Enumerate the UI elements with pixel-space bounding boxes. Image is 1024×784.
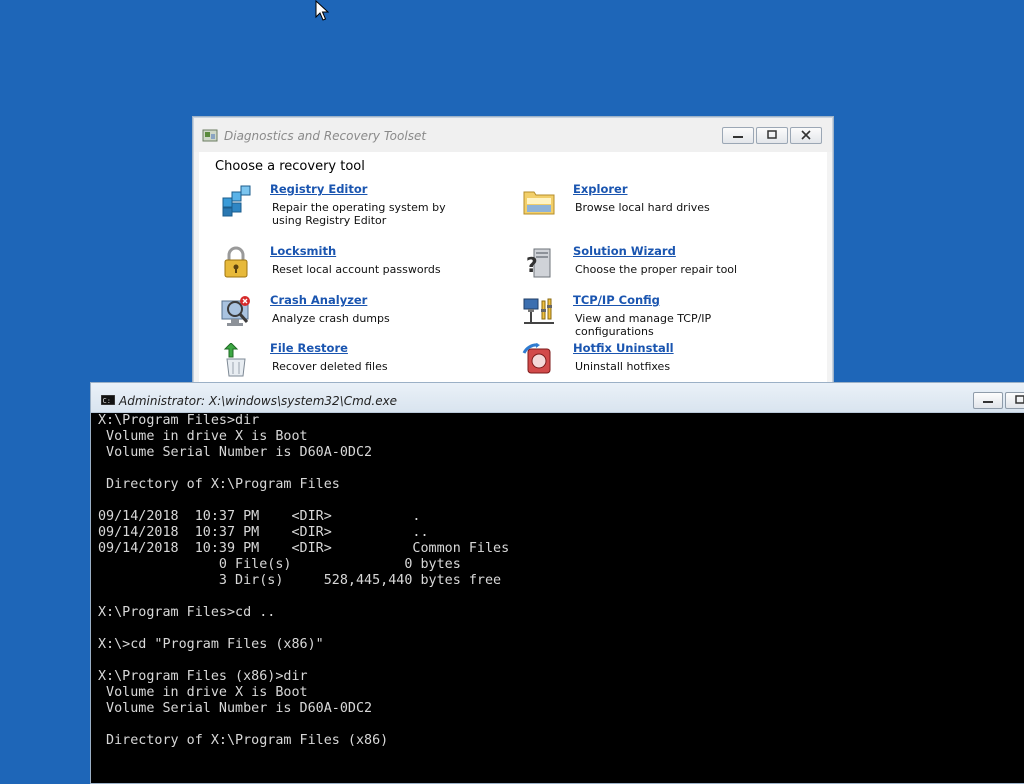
tool-description: View and manage TCP/IP configurations	[575, 312, 712, 338]
padlock-icon	[224, 246, 248, 278]
toolset-app-icon	[202, 129, 218, 142]
minimize-icon	[733, 136, 743, 138]
network-config-icon	[523, 298, 554, 324]
choose-tool-heading: Choose a recovery tool	[215, 159, 365, 174]
cmd-app-icon: C:	[101, 395, 115, 405]
tool-hotfix-uninstall[interactable]: Hotfix Uninstall Uninstall hotfixes	[522, 341, 812, 387]
maximize-icon	[1015, 395, 1024, 404]
cmd-titlebar[interactable]: C: Administrator: X:\windows\system32\Cm…	[91, 383, 1024, 413]
cmd-maximize-button[interactable]	[1005, 392, 1024, 409]
console-line: Directory of X:\Program Files (x86)	[98, 733, 389, 748]
tool-tcpip-config[interactable]: TCP/IP Config View and manage TCP/IP con…	[522, 293, 812, 339]
tool-name[interactable]: Hotfix Uninstall	[573, 341, 674, 355]
console-line: Volume in drive X is Boot	[98, 685, 308, 700]
console-line: X:\Program Files>cd ..	[98, 605, 276, 620]
minimize-button[interactable]	[722, 127, 754, 144]
console-line: 0 File(s) 0 bytes	[98, 557, 461, 572]
tool-locksmith[interactable]: Locksmith Reset local account passwords	[219, 244, 509, 290]
console-line: Directory of X:\Program Files	[98, 477, 340, 492]
recovery-window-title: Diagnostics and Recovery Toolset	[224, 129, 427, 143]
registry-editor-icon	[222, 185, 251, 217]
close-icon	[801, 130, 811, 140]
console-output[interactable]: X:\Program Files>dir Volume in drive X i…	[98, 413, 1024, 783]
tool-name[interactable]: File Restore	[270, 341, 348, 355]
explorer-folder-icon	[523, 191, 555, 215]
tool-description: Recover deleted files	[272, 360, 388, 373]
tool-name[interactable]: Locksmith	[270, 244, 336, 258]
console-line: 09/14/2018 10:37 PM <DIR> .	[98, 509, 421, 524]
recycle-bin-restore-icon	[223, 343, 246, 377]
cmd-minimize-button[interactable]	[973, 392, 1003, 409]
cmd-window-title: Administrator: X:\windows\system32\Cmd.e…	[119, 394, 398, 408]
tool-name[interactable]: Registry Editor	[270, 182, 367, 196]
tool-name[interactable]: Crash Analyzer	[270, 293, 367, 307]
minimize-icon	[983, 401, 993, 403]
close-button[interactable]	[790, 127, 822, 144]
tool-description: Reset local account passwords	[272, 263, 441, 276]
tool-name[interactable]: Solution Wizard	[573, 244, 676, 258]
maximize-icon	[767, 130, 777, 139]
tool-description: Analyze crash dumps	[272, 312, 390, 325]
recovery-window-titlebar[interactable]: Diagnostics and Recovery Toolset	[194, 118, 832, 152]
recovery-window-body: Choose a recovery tool Registry Editor R…	[199, 152, 827, 398]
tool-crash-analyzer[interactable]: Crash Analyzer Analyze crash dumps	[219, 293, 509, 339]
tool-file-restore[interactable]: File Restore Recover deleted files	[219, 341, 509, 387]
tool-explorer[interactable]: Explorer Browse local hard drives	[522, 182, 812, 228]
console-line: X:\Program Files>dir	[98, 413, 260, 428]
tool-name[interactable]: TCP/IP Config	[573, 293, 660, 307]
console-line: X:\>cd "Program Files (x86)"	[98, 637, 324, 652]
recovery-toolset-window: Diagnostics and Recovery Toolset Choose …	[193, 117, 833, 399]
tool-solution-wizard[interactable]: ? Solution Wizard Choose the proper repa…	[522, 244, 812, 290]
console-line: 09/14/2018 10:37 PM <DIR> ..	[98, 525, 429, 540]
tool-registry-editor[interactable]: Registry Editor Repair the operating sys…	[219, 182, 509, 228]
tool-description: Choose the proper repair tool	[575, 263, 738, 276]
tool-description: Repair the operating system by using Reg…	[272, 201, 446, 227]
tool-description: Uninstall hotfixes	[575, 360, 671, 373]
hotfix-uninstall-icon	[522, 343, 551, 374]
svg-text:C:: C:	[103, 397, 111, 405]
solution-wizard-icon: ?	[526, 248, 551, 278]
tool-name[interactable]: Explorer	[573, 182, 628, 196]
cmd-window[interactable]: C: Administrator: X:\windows\system32\Cm…	[90, 382, 1024, 784]
console-line: 3 Dir(s) 528,445,440 bytes free	[98, 573, 502, 588]
mouse-cursor-icon	[315, 0, 329, 21]
maximize-button[interactable]	[756, 127, 788, 144]
tool-description: Browse local hard drives	[575, 201, 710, 214]
console-line: Volume Serial Number is D60A-0DC2	[98, 445, 373, 460]
console-line: 09/14/2018 10:39 PM <DIR> Common Files	[98, 541, 510, 556]
console-line: X:\Program Files (x86)>dir	[98, 669, 308, 684]
crash-analyzer-icon	[221, 296, 250, 326]
svg-text:?: ?	[526, 253, 538, 277]
console-line: Volume Serial Number is D60A-0DC2	[98, 701, 373, 716]
console-line: Volume in drive X is Boot	[98, 429, 308, 444]
